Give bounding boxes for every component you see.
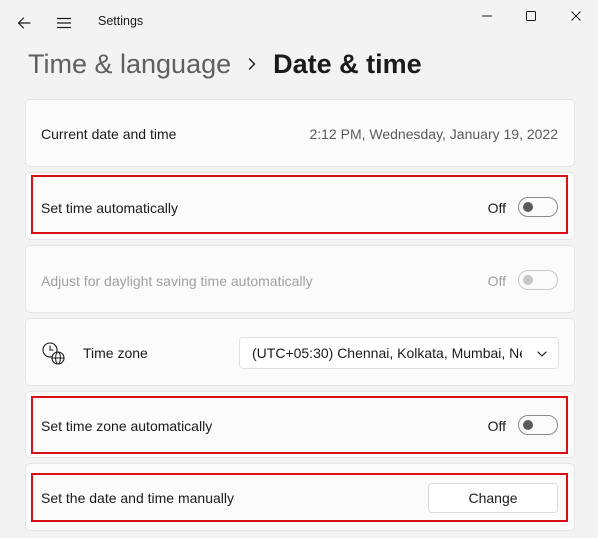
page-title: Date & time (273, 48, 422, 79)
set-time-automatically-card: Set time automatically Off (25, 172, 575, 240)
chevron-down-icon (537, 351, 547, 357)
daylight-saving-state: Off (487, 273, 506, 289)
close-button[interactable] (559, 2, 593, 30)
title-bar: Settings (0, 0, 598, 44)
close-icon (571, 11, 581, 21)
set-time-zone-automatically-toggle[interactable] (518, 415, 558, 435)
set-time-zone-automatically-label: Set time zone automatically (41, 418, 213, 434)
app-title: Settings (98, 14, 144, 28)
set-time-automatically-label: Set time automatically (41, 200, 178, 216)
daylight-saving-label: Adjust for daylight saving time automati… (41, 273, 313, 289)
hamburger-menu-icon (56, 17, 72, 29)
daylight-saving-toggle (518, 270, 558, 290)
set-time-zone-automatically-card: Set time zone automatically Off (25, 391, 575, 458)
set-date-time-manually-label: Set the date and time manually (41, 490, 235, 506)
minimize-icon (482, 15, 492, 17)
chevron-right-icon (247, 57, 257, 71)
daylight-saving-card: Adjust for daylight saving time automati… (25, 245, 575, 313)
toggle-knob (523, 420, 533, 430)
maximize-icon (526, 11, 536, 21)
current-date-time-card: Current date and time 2:12 PM, Wednesday… (25, 99, 575, 167)
change-date-time-button[interactable]: Change (428, 483, 558, 513)
time-zone-card: Time zone (UTC+05:30) Chennai, Kolkata, … (25, 318, 575, 386)
current-date-time-label: Current date and time (41, 126, 177, 142)
set-date-time-manually-card: Set the date and time manually Change (25, 463, 575, 531)
toggle-knob (523, 275, 533, 285)
time-zone-dropdown[interactable]: (UTC+05:30) Chennai, Kolkata, Mumbai, Ne… (239, 337, 559, 369)
minimize-button[interactable] (470, 2, 504, 30)
navigation-menu-button[interactable] (48, 8, 80, 38)
breadcrumb: Time & language Date & time (28, 42, 422, 86)
breadcrumb-parent-link[interactable]: Time & language (28, 49, 231, 80)
back-arrow-icon (17, 17, 31, 29)
clock-globe-icon (42, 342, 65, 365)
set-time-zone-automatically-state: Off (487, 418, 506, 434)
back-button[interactable] (8, 8, 40, 38)
current-date-time-value: 2:12 PM, Wednesday, January 19, 2022 (309, 126, 558, 142)
maximize-button[interactable] (514, 2, 548, 30)
time-zone-label: Time zone (83, 345, 148, 361)
set-time-automatically-state: Off (487, 200, 506, 216)
set-time-automatically-toggle[interactable] (518, 197, 558, 217)
toggle-knob (523, 202, 533, 212)
time-zone-selected-value: (UTC+05:30) Chennai, Kolkata, Mumbai, Ne… (252, 345, 522, 361)
